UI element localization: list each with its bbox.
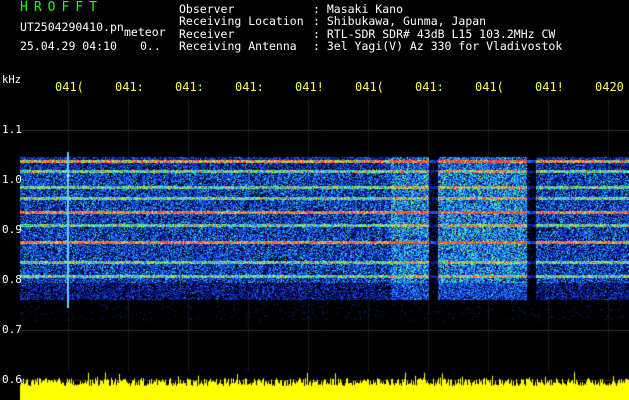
- freq-tick-label: 1.1: [2, 123, 22, 136]
- header: HROFFT UT2504290410.pn meteor 25.04.29 0…: [0, 0, 629, 70]
- time-tick-label: 041:: [175, 80, 204, 94]
- time-tick-label: 041:: [235, 80, 264, 94]
- info-key: Receiving Location: [179, 14, 304, 29]
- freq-tick-label: 1.0: [2, 173, 22, 186]
- time-tick-label: 041(: [355, 80, 384, 94]
- frequency-unit: kHz: [2, 74, 21, 86]
- station-info: Observer : Masaki Kano Receiving Locatio…: [179, 3, 562, 53]
- freq-tick-label: 0.8: [2, 273, 22, 286]
- date-time: 25.04.29 04:10: [20, 39, 117, 53]
- file-name: UT2504290410.pn: [20, 20, 124, 34]
- info-value: : 3el Yagi(V) Az 330 for Vladivostok: [313, 39, 563, 54]
- date-extra: 0..: [140, 39, 161, 53]
- info-row-antenna: Receiving Antenna : 3el Yagi(V) Az 330 f…: [179, 39, 563, 54]
- time-tick-label: 041(: [475, 80, 504, 94]
- time-tick-label: 041(: [55, 80, 84, 94]
- info-value: : Shibukawa, Gunma, Japan: [313, 14, 487, 29]
- app-title: HROFFT: [20, 0, 103, 15]
- time-tick-label: 0420: [595, 80, 624, 94]
- freq-tick-label: 0.7: [2, 323, 22, 336]
- time-tick-label: 041:: [415, 80, 444, 94]
- time-tick-label: 041:: [115, 80, 144, 94]
- freq-tick-label: 0.9: [2, 223, 22, 236]
- time-tick-label: 041!: [535, 80, 564, 94]
- file-tag: meteor: [124, 25, 166, 39]
- info-row-location: Receiving Location : Shibukawa, Gunma, J…: [179, 14, 562, 29]
- time-tick-label: 041!: [295, 80, 324, 94]
- freq-tick-label: 0.6: [2, 373, 22, 386]
- info-key: Receiving Antenna: [179, 39, 297, 54]
